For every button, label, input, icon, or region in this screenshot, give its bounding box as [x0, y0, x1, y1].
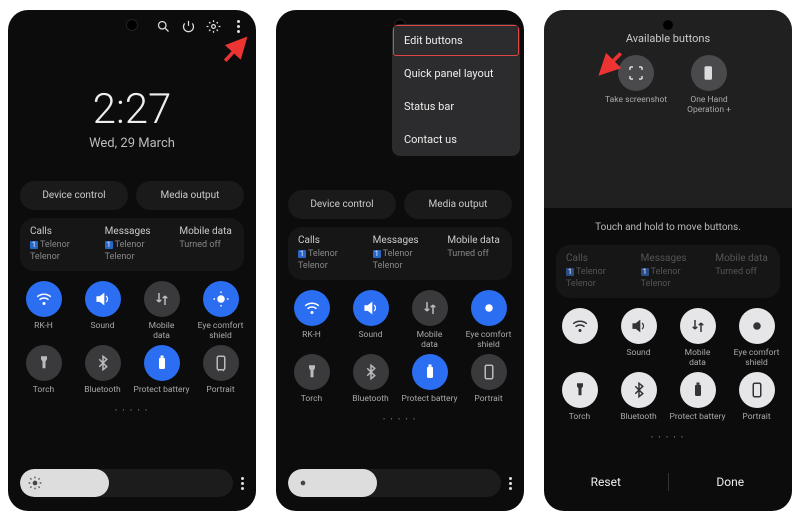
eye-comfort-toggle[interactable] [739, 308, 775, 344]
page-indicator: • • • • • [276, 416, 524, 423]
menu-edit-buttons[interactable]: Edit buttons [392, 24, 520, 57]
torch-toggle[interactable] [562, 372, 598, 408]
screenshot-panel-2: Edit buttons Quick panel layout Status b… [276, 10, 524, 511]
torch-toggle[interactable] [26, 345, 62, 381]
toggle-grid-edit: Sound Sound Mobile data Eye comfort shie… [544, 298, 792, 432]
protect-battery-toggle[interactable] [144, 345, 180, 381]
eye-comfort-toggle[interactable] [203, 281, 239, 317]
done-button[interactable]: Done [669, 467, 793, 497]
annotation-arrow [218, 32, 254, 68]
edit-action-bar: Reset Done [544, 467, 792, 497]
slider-more-icon[interactable] [509, 477, 512, 490]
sim-messages-title: Messages [105, 226, 170, 237]
sim-mobile-title: Mobile data [179, 226, 244, 237]
available-buttons-area: Available buttons Take screenshot One Ha… [544, 10, 792, 208]
screenshot-panel-1: 2:27 Wed, 29 March Device control Media … [8, 10, 256, 511]
sound-toggle[interactable] [353, 290, 389, 326]
control-pills: Device control Media output [8, 181, 256, 210]
screenshot-panel-3: Available buttons Take screenshot One Ha… [544, 10, 792, 511]
bluetooth-toggle[interactable] [621, 372, 657, 408]
clock: 2:27 Wed, 29 March [8, 85, 256, 151]
brightness-slider[interactable] [20, 469, 244, 497]
menu-status-bar[interactable]: Status bar [392, 90, 520, 123]
mobile-data-toggle[interactable] [144, 281, 180, 317]
sim-block[interactable]: Calls1TelenorTelenor Messages1TelenorTel… [20, 218, 244, 271]
gear-icon[interactable] [205, 18, 221, 34]
sound-toggle[interactable] [85, 281, 121, 317]
page-indicator: • • • • • [544, 434, 792, 441]
overflow-menu: Edit buttons Quick panel layout Status b… [392, 24, 520, 156]
toggle-grid: RK-H Sound Mobile data Eye comfort shiel… [8, 271, 256, 405]
menu-contact-us[interactable]: Contact us [392, 123, 520, 156]
device-control-button[interactable]: Device control [288, 190, 396, 219]
eye-comfort-toggle[interactable] [471, 290, 507, 326]
clock-date: Wed, 29 March [8, 136, 256, 151]
sim-block-dim: Calls1TelenorTelenor Messages1TelenorTel… [556, 245, 780, 298]
portrait-toggle[interactable] [471, 354, 507, 390]
toolbar [155, 18, 246, 34]
media-output-button[interactable]: Media output [404, 190, 512, 219]
one-hand-toggle[interactable] [691, 55, 727, 91]
slider-more-icon[interactable] [241, 477, 244, 490]
power-icon[interactable] [180, 18, 196, 34]
portrait-toggle[interactable] [739, 372, 775, 408]
bluetooth-toggle[interactable] [85, 345, 121, 381]
media-output-button[interactable]: Media output [136, 181, 244, 210]
torch-toggle[interactable] [294, 354, 330, 390]
clock-time: 2:27 [8, 85, 256, 134]
page-indicator: • • • • • [8, 407, 256, 414]
protect-battery-toggle[interactable] [412, 354, 448, 390]
more-icon[interactable] [230, 18, 246, 34]
sound-toggle[interactable] [621, 308, 657, 344]
reset-button[interactable]: Reset [544, 467, 668, 497]
available-title: Available buttons [544, 10, 792, 45]
bluetooth-toggle[interactable] [353, 354, 389, 390]
screenshot-toggle[interactable] [618, 55, 654, 91]
wifi-toggle[interactable] [562, 308, 598, 344]
mobile-data-toggle[interactable] [680, 308, 716, 344]
search-icon[interactable] [155, 18, 171, 34]
sim-block[interactable]: Calls1TelenorTelenor Messages1TelenorTel… [288, 227, 512, 280]
mobile-data-toggle[interactable] [412, 290, 448, 326]
protect-battery-toggle[interactable] [680, 372, 716, 408]
wifi-toggle[interactable] [294, 290, 330, 326]
toggle-grid: RK-H Sound Mobile data Eye comfort shiel… [276, 280, 524, 414]
portrait-toggle[interactable] [203, 345, 239, 381]
wifi-toggle[interactable] [26, 281, 62, 317]
brightness-slider[interactable] [288, 469, 512, 497]
control-pills: Device control Media output [276, 190, 524, 219]
sim-calls-title: Calls [30, 226, 95, 237]
device-control-button[interactable]: Device control [20, 181, 128, 210]
menu-quick-panel-layout[interactable]: Quick panel layout [392, 57, 520, 90]
hint-text: Touch and hold to move buttons. [544, 222, 792, 233]
